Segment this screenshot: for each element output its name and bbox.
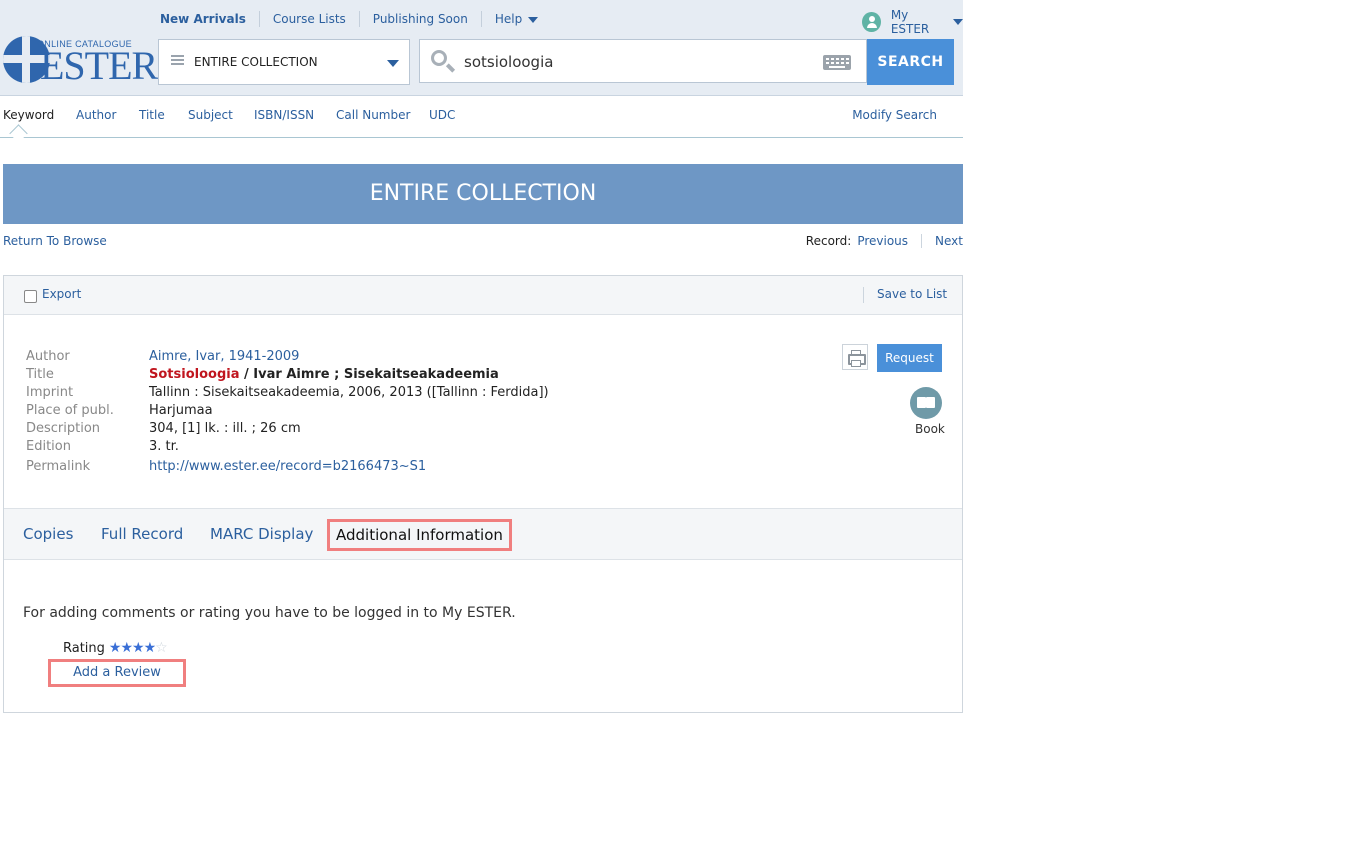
record-details: Author Aimre, Ivar, 1941-2009 Title Sots… xyxy=(26,348,549,476)
tab-marc-display[interactable]: MARC Display xyxy=(210,525,313,543)
modify-search-link[interactable]: Modify Search xyxy=(852,108,937,122)
tab-author[interactable]: Author xyxy=(76,108,116,122)
request-button[interactable]: Request xyxy=(877,344,942,372)
record-tabs: Copies Full Record MARC Display Addition… xyxy=(4,508,962,560)
logo-title: ESTER xyxy=(40,43,158,88)
edition-value: 3. tr. xyxy=(149,439,179,454)
tab-isbn-issn[interactable]: ISBN/ISSN xyxy=(254,108,314,122)
list-icon xyxy=(171,55,184,69)
return-to-browse-link[interactable]: Return To Browse xyxy=(3,234,107,248)
publishing-soon-link[interactable]: Publishing Soon xyxy=(358,11,481,27)
help-menu[interactable]: Help xyxy=(480,11,551,27)
permalink-row: Permalink http://www.ester.ee/record=b21… xyxy=(26,458,549,476)
tab-keyword[interactable]: Keyword xyxy=(3,108,54,122)
record-toolbar: Export Save to List xyxy=(4,276,962,315)
next-record-link[interactable]: Next xyxy=(935,234,963,248)
ester-logo[interactable]: ONLINE CATALOGUE ESTER xyxy=(3,36,158,86)
login-required-message: For adding comments or rating you have t… xyxy=(23,605,516,621)
add-review-link[interactable]: Add a Review xyxy=(48,659,186,687)
tab-copies[interactable]: Copies xyxy=(23,525,73,543)
title-main: Sotsioloogia xyxy=(149,367,240,382)
imprint-label: Imprint xyxy=(26,385,74,400)
edition-label: Edition xyxy=(26,439,71,454)
tab-subject[interactable]: Subject xyxy=(188,108,233,122)
description-value: 304, [1] lk. : ill. ; 26 cm xyxy=(149,421,301,436)
description-row: Description 304, [1] lk. : ill. ; 26 cm xyxy=(26,420,549,438)
description-label: Description xyxy=(26,421,101,436)
author-row: Author Aimre, Ivar, 1941-2009 xyxy=(26,348,549,366)
record-panel: Export Save to List Author Aimre, Ivar, … xyxy=(3,275,963,713)
imprint-row: Imprint Tallinn : Sisekaitseakadeemia, 2… xyxy=(26,384,549,402)
search-input[interactable] xyxy=(462,50,816,74)
imprint-value: Tallinn : Sisekaitseakadeemia, 2006, 201… xyxy=(149,385,549,400)
divider xyxy=(863,287,864,303)
keyboard-icon[interactable] xyxy=(823,55,851,70)
tab-udc[interactable]: UDC xyxy=(429,108,455,122)
edition-row: Edition 3. tr. xyxy=(26,438,549,456)
top-navigation: New Arrivals Course Lists Publishing Soo… xyxy=(160,10,551,28)
record-navigation: Record: Previous Next xyxy=(806,234,963,248)
star-empty-icon[interactable]: ☆ xyxy=(155,640,168,656)
divider xyxy=(921,234,923,248)
search-icon xyxy=(431,50,447,66)
tab-additional-information[interactable]: Additional Information xyxy=(327,519,512,551)
course-lists-link[interactable]: Course Lists xyxy=(258,11,359,27)
star-filled-icon[interactable]: ★ xyxy=(120,640,133,656)
title-rest: / Ivar Aimre ; Sisekaitseakadeemia xyxy=(239,367,499,382)
site-header: New Arrivals Course Lists Publishing Soo… xyxy=(0,0,963,96)
export-checkbox[interactable] xyxy=(24,290,37,303)
author-label: Author xyxy=(26,349,70,364)
help-label: Help xyxy=(494,12,523,26)
format-label: Book xyxy=(915,422,945,436)
user-icon xyxy=(862,12,881,32)
book-icon xyxy=(910,387,942,419)
chevron-down-icon xyxy=(953,19,963,25)
previous-record-link[interactable]: Previous xyxy=(857,234,908,248)
place-row: Place of publ. Harjumaa xyxy=(26,402,549,420)
record-label: Record: xyxy=(805,234,852,248)
rating-label: Rating xyxy=(63,640,105,656)
tab-call-number[interactable]: Call Number xyxy=(336,108,410,122)
rating-stars[interactable]: ★★★★☆ xyxy=(109,640,168,656)
search-button[interactable]: SEARCH xyxy=(867,39,954,85)
chevron-down-icon xyxy=(528,16,539,23)
export-link[interactable]: Export xyxy=(42,287,81,301)
tab-full-record[interactable]: Full Record xyxy=(101,525,183,543)
title-label: Title xyxy=(26,367,54,382)
tab-title[interactable]: Title xyxy=(139,108,165,122)
star-filled-icon[interactable]: ★ xyxy=(144,640,157,656)
star-filled-icon[interactable]: ★ xyxy=(132,640,145,656)
collection-scope-select[interactable]: ENTIRE COLLECTION xyxy=(158,39,410,85)
star-filled-icon[interactable]: ★ xyxy=(109,640,122,656)
place-label: Place of publ. xyxy=(26,403,114,418)
save-to-list-link[interactable]: Save to List xyxy=(877,287,947,301)
my-ester-menu[interactable]: My ESTER xyxy=(862,8,963,36)
rating-widget: Rating ★★★★☆ xyxy=(63,640,168,656)
my-ester-label: My ESTER xyxy=(890,8,930,36)
search-box xyxy=(419,39,867,83)
title-row: Title Sotsioloogia / Ivar Aimre ; Siseka… xyxy=(26,366,549,384)
search-type-tabs: Keyword Author Title Subject ISBN/ISSN C… xyxy=(0,96,963,143)
print-icon[interactable] xyxy=(842,344,868,370)
permalink-link[interactable]: http://www.ester.ee/record=b2166473~S1 xyxy=(149,458,426,476)
active-tab-indicator xyxy=(9,124,28,143)
permalink-label: Permalink xyxy=(26,459,91,474)
new-arrivals-link[interactable]: New Arrivals xyxy=(160,11,259,27)
chevron-down-icon xyxy=(387,60,399,67)
author-link[interactable]: Aimre, Ivar, 1941-2009 xyxy=(149,348,299,366)
scope-value: ENTIRE COLLECTION xyxy=(194,55,318,69)
place-value: Harjumaa xyxy=(149,403,213,418)
collection-banner: ENTIRE COLLECTION xyxy=(3,164,963,224)
